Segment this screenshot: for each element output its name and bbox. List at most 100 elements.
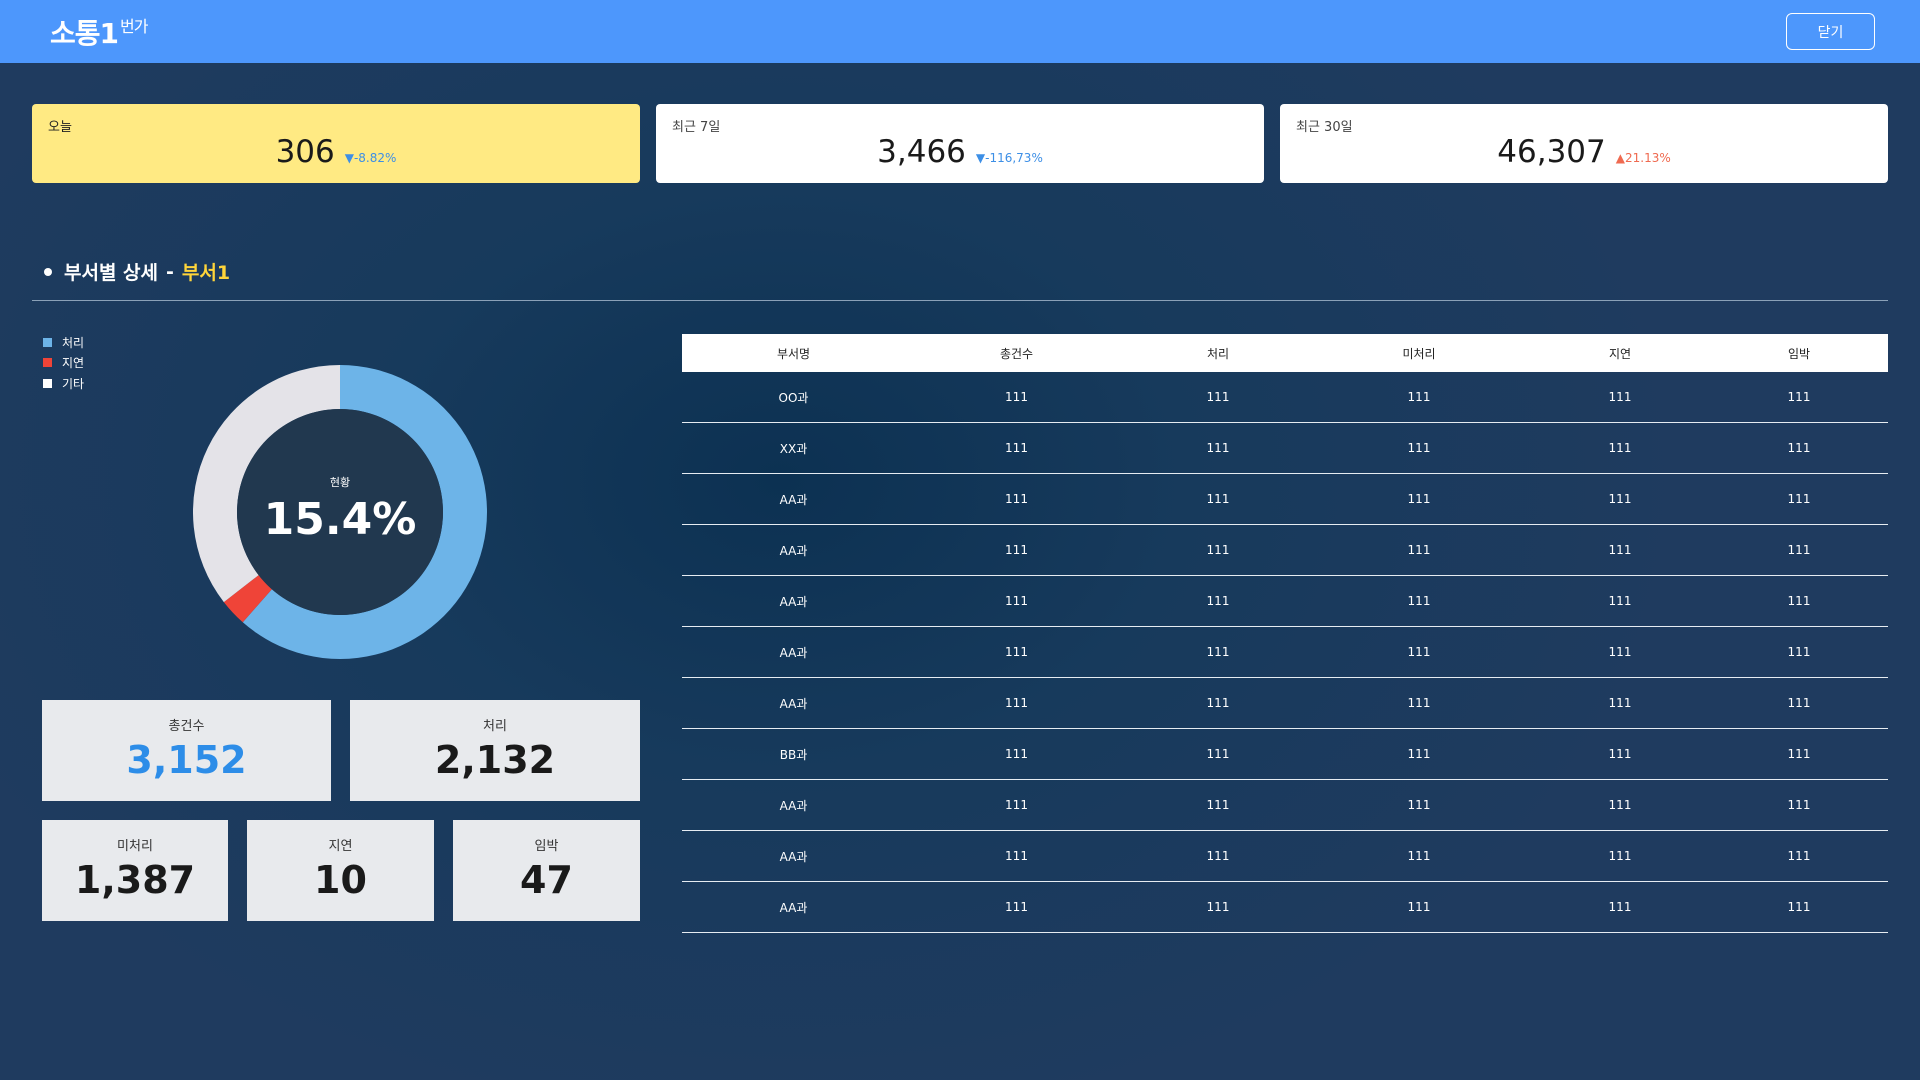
close-button[interactable]: 닫기 — [1786, 13, 1875, 50]
metric-value: 3,152 — [126, 738, 247, 782]
metric-label: 미처리 — [117, 839, 153, 854]
table-row[interactable]: AA과 111 111 111 111 111 — [682, 831, 1888, 882]
section-divider — [32, 300, 1888, 301]
cell-unprocessed: 111 — [1407, 390, 1431, 404]
table-row[interactable]: AA과 111 111 111 111 111 — [682, 780, 1888, 831]
cell-dept: OO과 — [778, 390, 809, 405]
cell-dept: AA과 — [779, 645, 808, 660]
section-title-text: 부서별 상세 — [64, 262, 159, 284]
stat-card-30days: 최근 30일 46,307 ▲21.13% — [1280, 104, 1888, 183]
table-row[interactable]: BB과 111 111 111 111 111 — [682, 729, 1888, 780]
table-row[interactable]: XX과 111 111 111 111 111 — [682, 423, 1888, 474]
status-donut-chart: 현황 15.4% — [193, 365, 488, 659]
cell-imminent: 111 — [1787, 543, 1811, 557]
stat-card-today: 오늘 306 ▼-8.82% — [32, 104, 640, 183]
table-row[interactable]: AA과 111 111 111 111 111 — [682, 525, 1888, 576]
cell-total: 111 — [1005, 900, 1028, 914]
cell-total: 111 — [1005, 390, 1028, 404]
metric-total: 총건수 3,152 — [42, 700, 331, 801]
cell-unprocessed: 111 — [1407, 900, 1431, 914]
stat-card-7days: 최근 7일 3,466 ▼-116,73% — [656, 104, 1264, 183]
cell-unprocessed: 111 — [1407, 492, 1431, 506]
cell-dept: AA과 — [779, 900, 808, 915]
legend-label: 처리 — [62, 335, 85, 350]
table-body: OO과 111 111 111 111 111 XX과 111 111 111 111 111 AA과 1… — [682, 372, 1888, 933]
stat-delta: ▼-116,73% — [975, 151, 1043, 165]
metric-label: 임박 — [534, 839, 559, 854]
top-bar: 소통1 번가 닫기 — [0, 0, 1920, 63]
cell-total: 111 — [1005, 747, 1028, 761]
cell-imminent: 111 — [1787, 696, 1811, 710]
col-header-processed[interactable]: 처리 — [1128, 345, 1308, 362]
cell-processed: 111 — [1206, 798, 1230, 812]
cell-processed: 111 — [1206, 441, 1230, 455]
cell-dept: AA과 — [779, 543, 808, 558]
cell-delayed: 111 — [1608, 441, 1632, 455]
legend-swatch — [43, 358, 52, 368]
donut-hole — [237, 409, 443, 615]
metric-imminent: 임박 47 — [453, 820, 640, 921]
legend-swatch — [43, 378, 52, 388]
cell-delayed: 111 — [1608, 696, 1632, 710]
table-row[interactable]: AA과 111 111 111 111 111 — [682, 576, 1888, 627]
cell-dept: AA과 — [779, 696, 808, 711]
legend-item-other: 기타 — [43, 373, 84, 394]
col-header-imminent[interactable]: 임박 — [1710, 345, 1888, 362]
stat-label: 최근 30일 — [1296, 120, 1353, 135]
col-header-unprocessed[interactable]: 미처리 — [1308, 345, 1530, 362]
cell-unprocessed: 111 — [1407, 543, 1431, 557]
cell-imminent: 111 — [1787, 900, 1811, 914]
legend-item-delayed: 지연 — [43, 353, 84, 374]
cell-delayed: 111 — [1608, 492, 1632, 506]
cell-total: 111 — [1005, 492, 1028, 506]
table-row[interactable]: AA과 111 111 111 111 111 — [682, 474, 1888, 525]
cell-unprocessed: 111 — [1407, 594, 1431, 608]
cell-delayed: 111 — [1608, 390, 1632, 404]
cell-processed: 111 — [1206, 645, 1230, 659]
cell-processed: 111 — [1206, 543, 1230, 557]
metric-label: 처리 — [483, 719, 507, 734]
cell-imminent: 111 — [1787, 798, 1811, 812]
metric-label: 지연 — [328, 839, 353, 854]
table-row[interactable]: AA과 111 111 111 111 111 — [682, 678, 1888, 729]
cell-processed: 111 — [1206, 390, 1230, 404]
cell-delayed: 111 — [1608, 849, 1632, 863]
cell-total: 111 — [1005, 696, 1028, 710]
cell-unprocessed: 111 — [1407, 798, 1431, 812]
section-title: 부서별 상세 - 부서1 — [44, 258, 230, 285]
table-row[interactable]: AA과 111 111 111 111 111 — [682, 882, 1888, 933]
metric-label: 총건수 — [168, 719, 205, 734]
cell-processed: 111 — [1206, 747, 1230, 761]
cell-total: 111 — [1005, 441, 1028, 455]
cell-total: 111 — [1005, 645, 1028, 659]
cell-unprocessed: 111 — [1407, 696, 1431, 710]
col-header-total[interactable]: 총건수 — [905, 345, 1128, 362]
table-header-row: 부서명 총건수 처리 미처리 지연 임박 — [682, 334, 1888, 372]
cell-dept: AA과 — [779, 849, 808, 864]
metric-value: 1,387 — [74, 858, 196, 902]
cell-delayed: 111 — [1608, 645, 1632, 659]
table-row[interactable]: OO과 111 111 111 111 111 — [682, 372, 1888, 423]
cell-dept: BB과 — [779, 747, 808, 762]
col-header-dept[interactable]: 부서명 — [682, 345, 905, 362]
metric-unprocessed: 미처리 1,387 — [42, 820, 228, 921]
stat-value: 3,466 — [877, 134, 966, 170]
cell-processed: 111 — [1206, 594, 1230, 608]
cell-dept: AA과 — [779, 594, 808, 609]
metric-delayed: 지연 10 — [247, 820, 434, 921]
col-header-delayed[interactable]: 지연 — [1530, 345, 1710, 362]
table-row[interactable]: AA과 111 111 111 111 111 — [682, 627, 1888, 678]
stat-delta: ▲21.13% — [1615, 151, 1671, 165]
bullet-icon — [44, 267, 52, 276]
cell-processed: 111 — [1206, 849, 1230, 863]
cell-processed: 111 — [1206, 696, 1230, 710]
legend-swatch — [43, 337, 52, 347]
stat-label: 오늘 — [48, 120, 72, 135]
cell-processed: 111 — [1206, 900, 1230, 914]
cell-imminent: 111 — [1787, 594, 1811, 608]
cell-processed: 111 — [1206, 492, 1230, 506]
cell-unprocessed: 111 — [1407, 645, 1431, 659]
cell-dept: AA과 — [779, 798, 808, 813]
cell-unprocessed: 111 — [1407, 441, 1431, 455]
legend-item-processed: 처리 — [43, 332, 84, 353]
